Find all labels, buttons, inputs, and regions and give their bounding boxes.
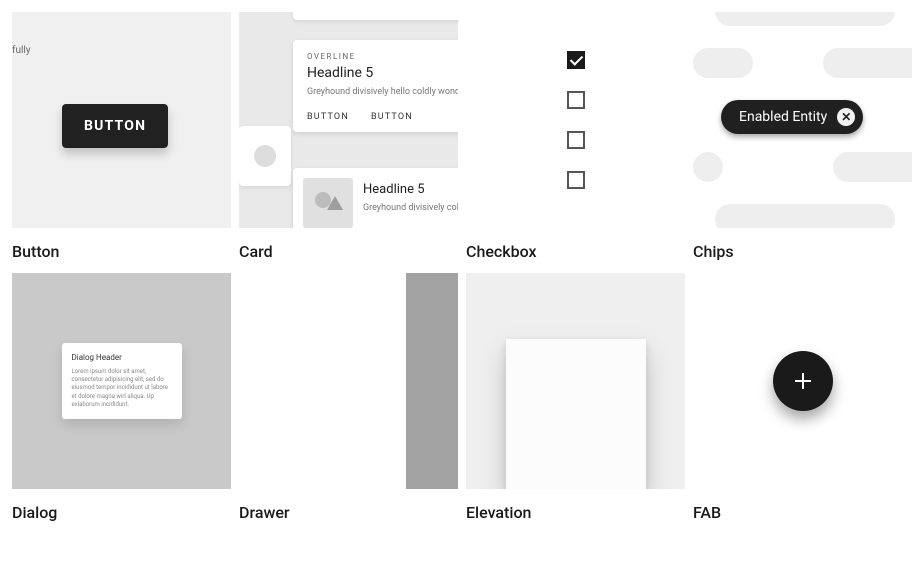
elevation-surface <box>506 339 646 489</box>
dialog-preview: Dialog Header Lorem ipsum dolor sit amet… <box>62 343 182 418</box>
tile-label: Checkbox <box>466 228 685 265</box>
close-icon: ✕ <box>837 108 855 126</box>
dialog-body: Lorem ipsum dolor sit amet, consectetur … <box>72 368 172 408</box>
drawer-scrim <box>406 273 458 489</box>
card-sliver <box>293 12 458 20</box>
dialog-header: Dialog Header <box>72 353 172 362</box>
tile-label: Chips <box>693 228 912 265</box>
chip-label: Enabled Entity <box>739 109 827 125</box>
component-tile-button[interactable]: fully BUTTON Button <box>12 12 231 265</box>
chip-enabled: Enabled Entity ✕ <box>721 100 863 134</box>
component-tile-card[interactable]: OVERLINE Headline 5 Greyhound divisively… <box>239 12 458 265</box>
tile-label: FAB <box>693 489 912 526</box>
thumb-checkbox <box>466 12 685 228</box>
card-small <box>239 126 291 186</box>
thumb-dialog: Dialog Header Lorem ipsum dolor sit amet… <box>12 273 231 489</box>
component-tile-fab[interactable]: FAB <box>693 273 912 526</box>
fab-button <box>773 351 833 411</box>
tile-label: Drawer <box>239 489 458 526</box>
card-body: Greyhound divisively hello coldly wonder… <box>307 86 458 98</box>
card-preview: OVERLINE Headline 5 Greyhound divisively… <box>293 40 458 132</box>
thumb-drawer <box>239 273 458 489</box>
thumb-elevation <box>466 273 685 489</box>
tile-label: Elevation <box>466 489 685 526</box>
tile-label: Button <box>12 228 231 265</box>
card-preview-2: Headline 5 Greyhound divisively coldly..… <box>293 168 458 228</box>
checkbox-unchecked-icon <box>567 131 585 149</box>
card-action-2: BUTTON <box>371 112 413 122</box>
component-tile-dialog[interactable]: Dialog Header Lorem ipsum dolor sit amet… <box>12 273 231 526</box>
component-tile-elevation[interactable]: Elevation <box>466 273 685 526</box>
component-tile-checkbox[interactable]: Checkbox <box>466 12 685 265</box>
component-tile-drawer[interactable]: Drawer <box>239 273 458 526</box>
truncated-text: fully <box>12 45 31 56</box>
card-actions: BUTTON BUTTON <box>307 112 458 122</box>
thumb-chips: Enabled Entity ✕ <box>693 12 912 228</box>
checkbox-unchecked-icon <box>567 171 585 189</box>
drawer-panel <box>239 273 406 489</box>
checkbox-unchecked-icon <box>567 91 585 109</box>
thumb-card: OVERLINE Headline 5 Greyhound divisively… <box>239 12 458 228</box>
thumb-fab <box>693 273 912 489</box>
card-headline-2: Headline 5 <box>363 182 458 197</box>
tile-label: Card <box>239 228 458 265</box>
component-tile-chips[interactable]: Enabled Entity ✕ Chips <box>693 12 912 265</box>
card-headline: Headline 5 <box>307 65 458 81</box>
image-placeholder-icon <box>303 178 353 228</box>
plus-icon <box>792 370 814 392</box>
tile-label: Dialog <box>12 489 231 526</box>
contained-button: BUTTON <box>62 104 168 148</box>
card-action-1: BUTTON <box>307 112 349 122</box>
checkbox-checked-icon <box>567 51 585 69</box>
card-overline: OVERLINE <box>307 52 458 61</box>
card-body-2: Greyhound divisively coldly... <box>363 202 458 214</box>
thumb-button: fully BUTTON <box>12 12 231 228</box>
